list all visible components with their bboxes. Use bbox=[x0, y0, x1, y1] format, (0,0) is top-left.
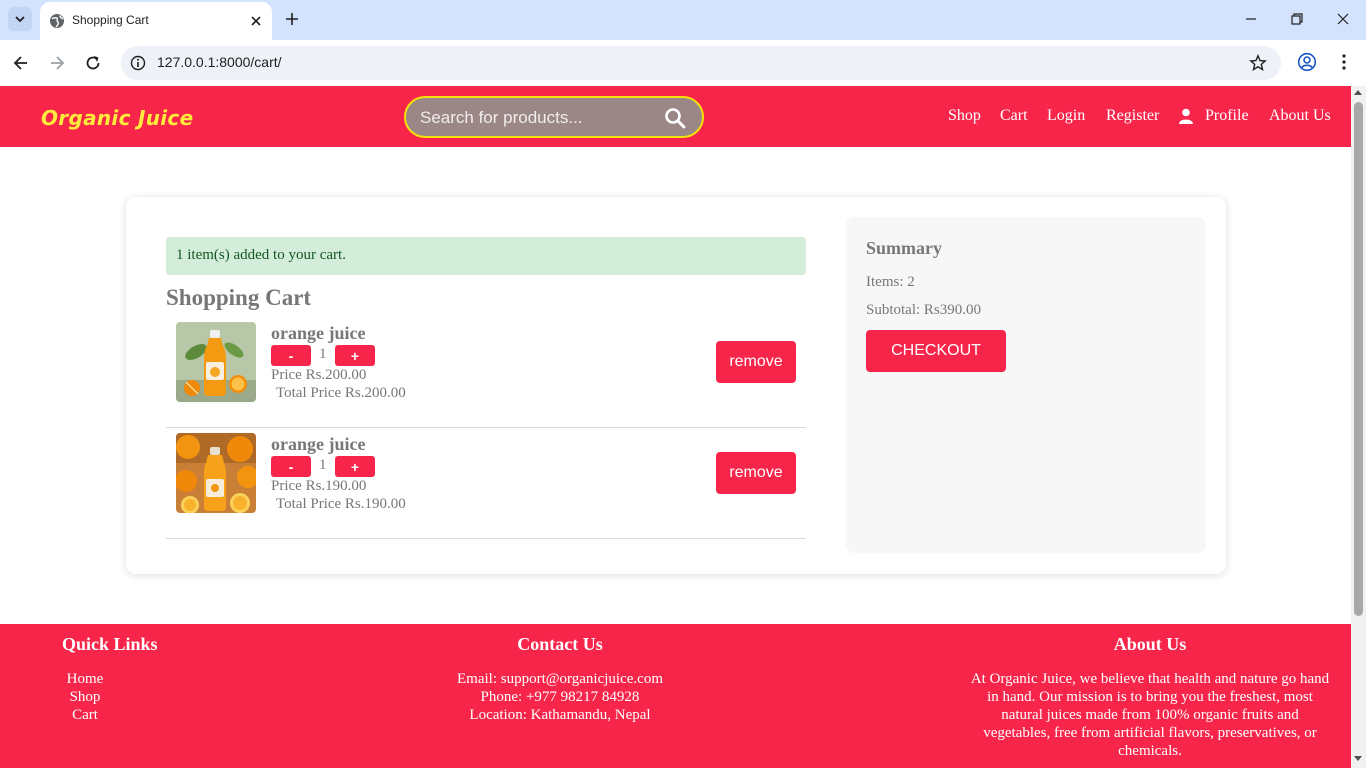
url-text[interactable]: 127.0.0.1:8000/cart/ bbox=[157, 54, 282, 70]
close-icon[interactable] bbox=[248, 13, 264, 29]
product-name[interactable]: orange juice bbox=[271, 434, 365, 455]
tab-title: Shopping Cart bbox=[72, 13, 149, 27]
chevron-down-icon bbox=[15, 16, 25, 23]
site-logo[interactable]: Organic Juice bbox=[41, 106, 193, 130]
quick-links-list: Home Shop Cart bbox=[45, 670, 125, 724]
footer-link-shop[interactable]: Shop bbox=[45, 688, 125, 706]
product-name[interactable]: orange juice bbox=[271, 323, 365, 344]
order-summary: Summary Items: 2 Subtotal: Rs390.00 CHEC… bbox=[846, 217, 1206, 553]
contact-info: Email: support@organicjuice.com Phone: +… bbox=[400, 670, 720, 724]
cart-item: orange juice - 1 + Price Rs.190.00 Total… bbox=[166, 428, 806, 539]
forward-arrow-icon[interactable] bbox=[48, 54, 66, 72]
search-icon[interactable] bbox=[664, 107, 686, 129]
search-input[interactable] bbox=[420, 107, 650, 129]
summary-item-count: Items: 2 bbox=[866, 274, 915, 290]
globe-icon bbox=[50, 14, 64, 28]
scroll-up-arrow-icon[interactable] bbox=[1354, 90, 1362, 95]
checkout-button[interactable]: CHECKOUT bbox=[866, 330, 1006, 372]
quantity-value: 1 bbox=[319, 457, 327, 473]
user-icon[interactable] bbox=[1178, 108, 1194, 124]
about-text: At Organic Juice, we believe that health… bbox=[970, 671, 1330, 759]
nav-register[interactable]: Register bbox=[1106, 107, 1159, 125]
increase-quantity-button[interactable]: + bbox=[335, 345, 375, 366]
restore-icon[interactable] bbox=[1290, 12, 1304, 26]
plus-icon[interactable] bbox=[283, 10, 301, 28]
address-bar[interactable]: 127.0.0.1:8000/cart/ bbox=[121, 46, 1281, 80]
unit-price: Price Rs.190.00 bbox=[271, 478, 367, 494]
unit-price: Price Rs.200.00 bbox=[271, 367, 367, 383]
scroll-down-arrow-icon[interactable] bbox=[1354, 756, 1362, 761]
minimize-icon[interactable] bbox=[1244, 12, 1258, 26]
cart-item: orange juice - 1 + Price Rs.200.00 Total… bbox=[166, 317, 806, 428]
contact-phone: Phone: +977 98217 84928 bbox=[480, 689, 640, 705]
page-viewport: Organic Juice Shop Cart Login Register P… bbox=[0, 86, 1351, 768]
contact-email: Email: support@organicjuice.com bbox=[457, 671, 663, 687]
bookmark-star-icon[interactable] bbox=[1249, 54, 1267, 72]
cart-card: 1 item(s) added to your cart. Shopping C… bbox=[126, 197, 1226, 574]
nav-profile[interactable]: Profile bbox=[1205, 107, 1249, 125]
info-icon[interactable] bbox=[130, 55, 146, 71]
footer-link-cart[interactable]: Cart bbox=[45, 706, 125, 724]
juice-bottle-image bbox=[176, 433, 256, 513]
reload-icon[interactable] bbox=[84, 54, 102, 72]
scrollbar-thumb[interactable] bbox=[1354, 102, 1363, 616]
total-price: Total Price Rs.200.00 bbox=[276, 385, 406, 401]
increase-quantity-button[interactable]: + bbox=[335, 456, 375, 477]
about-heading: About Us bbox=[1113, 634, 1187, 654]
contact-heading: Contact Us bbox=[517, 634, 603, 654]
summary-title: Summary bbox=[866, 238, 942, 258]
success-alert: 1 item(s) added to your cart. bbox=[166, 237, 806, 275]
page-scrollbar[interactable] bbox=[1351, 86, 1366, 768]
back-arrow-icon[interactable] bbox=[12, 54, 30, 72]
site-footer: Quick Links Home Shop Cart Contact Us Em… bbox=[0, 624, 1351, 768]
contact-location: Location: Kathamandu, Nepal bbox=[469, 707, 651, 723]
page-title: Shopping Cart bbox=[166, 285, 312, 310]
decrease-quantity-button[interactable]: - bbox=[271, 456, 311, 477]
more-vert-icon[interactable] bbox=[1334, 52, 1354, 72]
nav-cart[interactable]: Cart bbox=[1000, 107, 1028, 125]
quick-links-heading: Quick Links bbox=[62, 634, 158, 654]
tab-shopping-cart[interactable]: Shopping Cart bbox=[40, 2, 272, 40]
summary-subtotal: Subtotal: Rs390.00 bbox=[866, 302, 982, 318]
quantity-value: 1 bbox=[319, 346, 327, 362]
decrease-quantity-button[interactable]: - bbox=[271, 345, 311, 366]
remove-button[interactable]: remove bbox=[716, 452, 796, 494]
product-image[interactable] bbox=[176, 433, 256, 513]
nav-login[interactable]: Login bbox=[1047, 107, 1085, 125]
nav-about[interactable]: About Us bbox=[1269, 107, 1331, 125]
site-header: Organic Juice Shop Cart Login Register P… bbox=[0, 86, 1351, 147]
browser-tabstrip: Shopping Cart bbox=[0, 0, 1366, 40]
nav-shop[interactable]: Shop bbox=[948, 107, 981, 125]
total-price: Total Price Rs.190.00 bbox=[276, 496, 406, 512]
tab-search-button[interactable] bbox=[8, 7, 32, 31]
product-image[interactable] bbox=[176, 322, 256, 402]
remove-button[interactable]: remove bbox=[716, 341, 796, 383]
account-icon[interactable] bbox=[1297, 52, 1317, 72]
browser-toolbar: 127.0.0.1:8000/cart/ bbox=[0, 40, 1366, 86]
juice-bottle-image bbox=[176, 322, 256, 402]
footer-link-home[interactable]: Home bbox=[45, 670, 125, 688]
window-close-icon[interactable] bbox=[1336, 12, 1350, 26]
search-bar bbox=[404, 96, 704, 138]
